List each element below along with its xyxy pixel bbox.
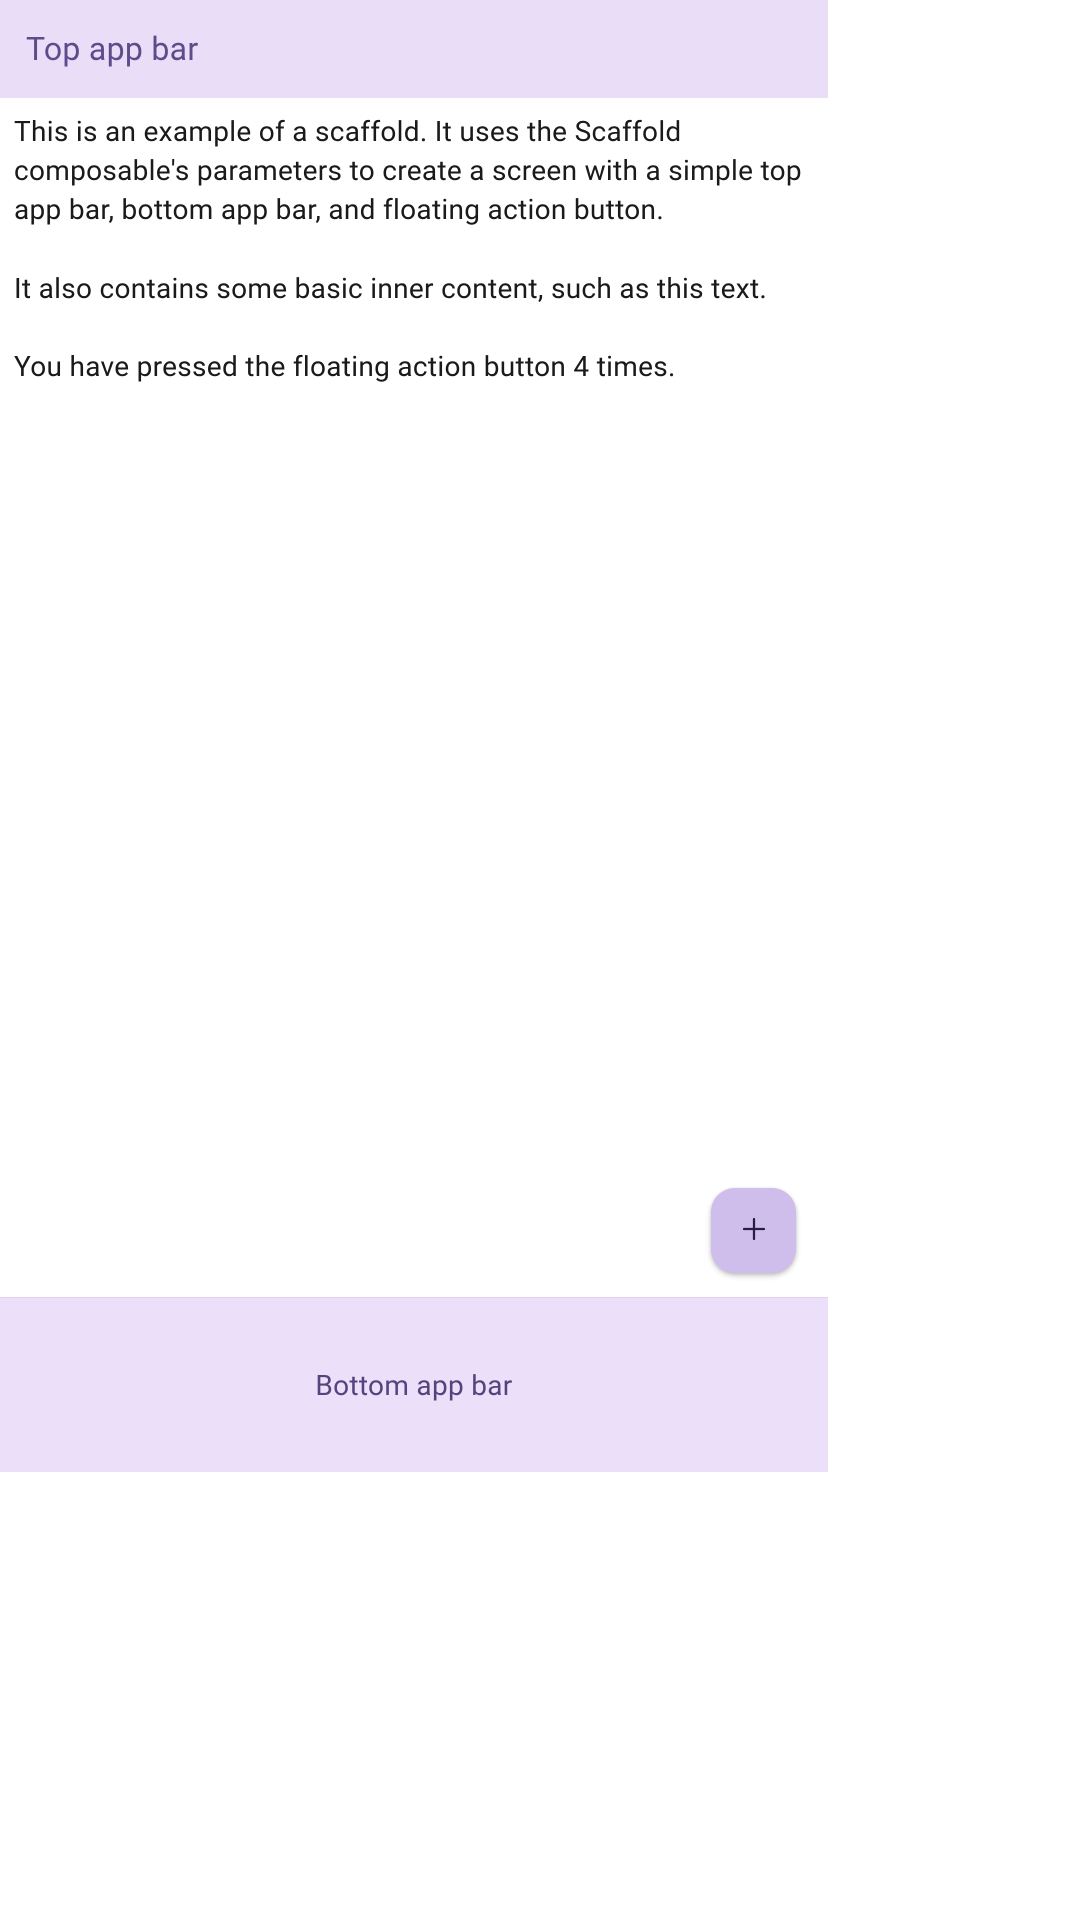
bottom-app-bar-label: Bottom app bar — [315, 1369, 512, 1402]
main-content: This is an example of a scaffold. It use… — [0, 98, 828, 1297]
plus-icon — [739, 1214, 769, 1247]
bottom-app-bar: Bottom app bar — [0, 1297, 828, 1472]
floating-action-button[interactable] — [711, 1188, 796, 1273]
top-app-bar: Top app bar — [0, 0, 828, 98]
top-app-bar-title: Top app bar — [26, 30, 199, 68]
content-text: This is an example of a scaffold. It use… — [14, 112, 814, 386]
